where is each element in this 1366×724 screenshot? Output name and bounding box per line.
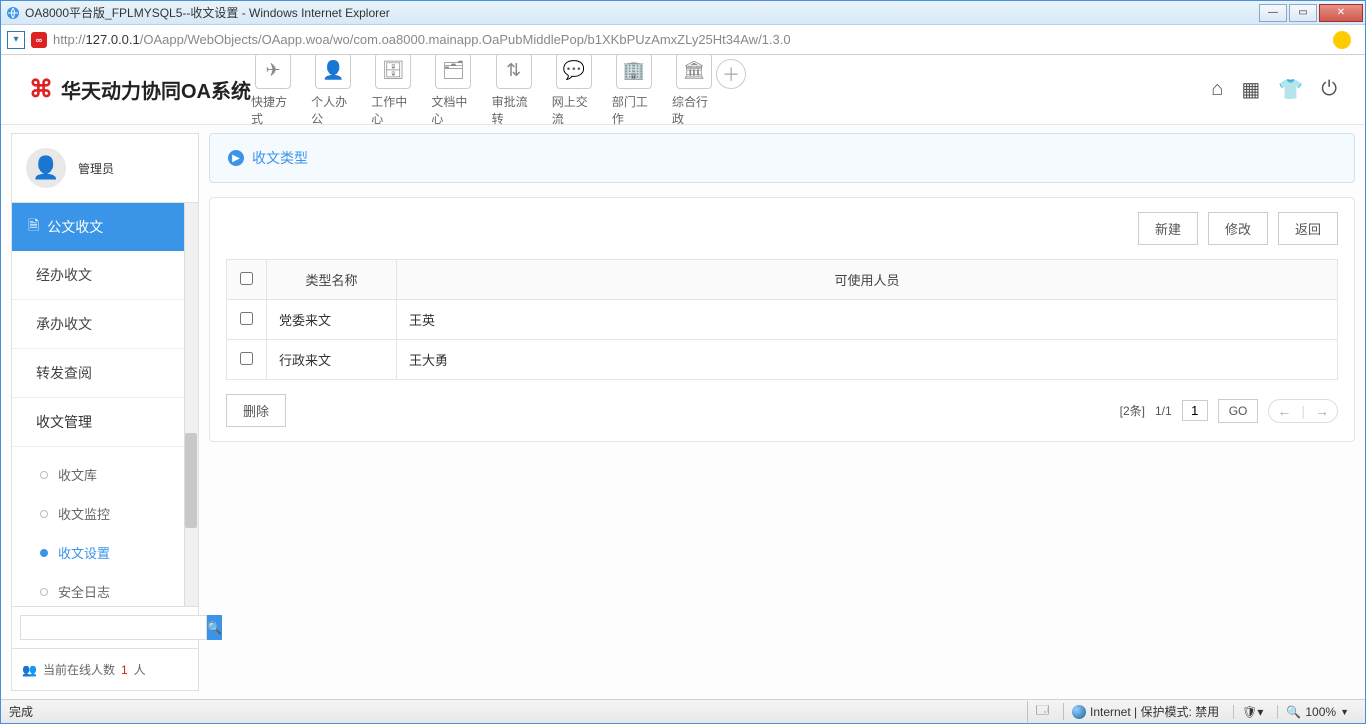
sidebar-scrollbar[interactable] [184,203,198,606]
edit-button[interactable]: 修改 [1208,212,1268,245]
close-button[interactable]: ✕ [1319,4,1363,22]
col-users: 可使用人员 [397,260,1338,300]
bullet-icon [40,549,48,557]
app-header: ⌘ 华天动力协同OA系统 ✈ 快捷方式 👤 个人办公 🗄 工作中心 🗂 文档中心 ⇅ 审批流转 💬 网… [1,55,1365,125]
logo-text: 华天动力协同OA系统 [61,75,251,104]
status-zone[interactable]: Internet | 保护模式: 禁用 [1063,703,1227,720]
status-zoom[interactable]: 🔍 100% ▼ [1277,705,1357,719]
topnav-item-1[interactable]: 👤 个人办公 [311,55,355,127]
table-row[interactable]: 行政来文王大勇 [227,340,1338,380]
home-icon[interactable]: ⌂ [1211,78,1223,101]
favicon-icon: ∞ [31,32,47,48]
topnav-icon: 👤 [315,55,351,89]
sidebar-search-input[interactable] [20,615,207,640]
topnav-item-5[interactable]: 💬 网上交流 [552,55,596,127]
topnav-icon: 🗄 [375,55,411,89]
pager-total: [2条] [1120,402,1145,419]
topnav-label: 部门工作 [612,93,656,127]
minimize-button[interactable]: — [1259,4,1287,22]
topnav-label: 网上交流 [552,93,596,127]
select-all-checkbox[interactable] [240,272,253,285]
topnav-item-6[interactable]: 🏢 部门工作 [612,55,656,127]
create-button[interactable]: 新建 [1138,212,1198,245]
user-name: 管理员 [78,160,114,177]
status-popup-icon[interactable]: 🗔 [1027,701,1057,722]
sidebar-sub-item[interactable]: 收文监控 [12,494,198,533]
topnav-label: 综合行政 [672,93,716,127]
arrow-right-icon: ▶ [228,150,244,166]
topnav-icon: ⇅ [496,55,532,89]
bullet-icon [40,510,48,518]
sidebar-section-header[interactable]: 🗎 公文收文 [12,203,198,251]
row-checkbox[interactable] [240,312,253,325]
cell-name: 行政来文 [267,340,397,380]
type-table: 类型名称 可使用人员 党委来文王英行政来文王大勇 [226,259,1338,380]
sidebar-sub-item[interactable]: 安全日志 [12,572,198,607]
logo: ⌘ 华天动力协同OA系统 [29,75,251,104]
sidebar-group[interactable]: 收文管理 [12,398,198,447]
bullet-icon [40,588,48,596]
globe-icon [1072,705,1086,719]
zoom-icon: 🔍 [1286,705,1301,719]
pager-go-button[interactable]: GO [1218,399,1259,423]
doc-icon: 🗎 [28,215,39,239]
sidebar-group[interactable]: 转发查阅 [12,349,198,398]
col-name: 类型名称 [267,260,397,300]
topnav-item-0[interactable]: ✈ 快捷方式 [251,55,295,127]
topnav-item-7[interactable]: 🏛 综合行政 [672,55,716,127]
delete-button[interactable]: 删除 [226,394,286,427]
online-users: 👥 当前在线人数 1人 [11,649,199,691]
topnav-item-4[interactable]: ⇅ 审批流转 [492,55,536,127]
topnav-label: 快捷方式 [251,93,295,127]
table-row[interactable]: 党委来文王英 [227,300,1338,340]
topnav-icon: 💬 [556,55,592,89]
user-card: 👤 管理员 [11,133,199,203]
topnav-item-2[interactable]: 🗄 工作中心 [371,55,415,127]
pager-next-icon[interactable]: → [1315,403,1329,419]
topnav-icon: ✈ [255,55,291,89]
url-field[interactable]: http://127.0.0.1/OAapp/WebObjects/OAapp.… [53,32,1327,47]
sidebar-group[interactable]: 经办收文 [12,251,198,300]
sidebar-sub-item[interactable]: 收文设置 [12,533,198,572]
pager-input[interactable] [1182,400,1208,421]
maximize-button[interactable]: ▭ [1289,4,1317,22]
bullet-icon [40,471,48,479]
compat-icon[interactable] [1333,31,1351,49]
scrollbar-thumb[interactable] [185,433,197,528]
cell-users: 王英 [397,300,1338,340]
status-text: 完成 [9,703,33,720]
panel-title: ▶ 收文类型 [209,133,1355,183]
shirt-icon[interactable]: 👕 [1278,77,1303,102]
power-icon[interactable]: ⏻ [1321,78,1337,101]
pager-pages: 1/1 [1155,404,1172,418]
security-shield-icon[interactable]: ▾ [7,31,25,49]
topnav-label: 个人办公 [311,93,355,127]
sidebar-sub-item[interactable]: 收文库 [12,455,198,494]
topnav-icon: 🏛 [676,55,712,89]
window-titlebar: OA8000平台版_FPLMYSQL5--收文设置 - Windows Inte… [1,1,1365,25]
users-icon: 👥 [22,663,37,677]
address-bar: ▾ ∞ http://127.0.0.1/OAapp/WebObjects/OA… [1,25,1365,55]
topnav-icon: 🏢 [616,55,652,89]
cell-name: 党委来文 [267,300,397,340]
cell-users: 王大勇 [397,340,1338,380]
add-nav-button[interactable]: ＋ [716,59,746,89]
ie-icon [5,5,21,21]
topnav-label: 文档中心 [431,93,475,127]
topnav-item-3[interactable]: 🗂 文档中心 [431,55,475,127]
topnav-icon: 🗂 [435,55,471,89]
row-checkbox[interactable] [240,352,253,365]
topnav-label: 审批流转 [492,93,536,127]
window-title: OA8000平台版_FPLMYSQL5--收文设置 - Windows Inte… [25,4,1259,21]
pager-prev-icon[interactable]: ← [1277,403,1291,419]
back-button[interactable]: 返回 [1278,212,1338,245]
apps-icon[interactable]: ▦ [1241,77,1260,102]
topnav-label: 工作中心 [371,93,415,127]
avatar-icon: 👤 [26,148,66,188]
logo-mark-icon: ⌘ [29,75,53,104]
sidebar-group[interactable]: 承办收文 [12,300,198,349]
status-protect-icon[interactable]: 🛡▾ [1233,705,1271,719]
